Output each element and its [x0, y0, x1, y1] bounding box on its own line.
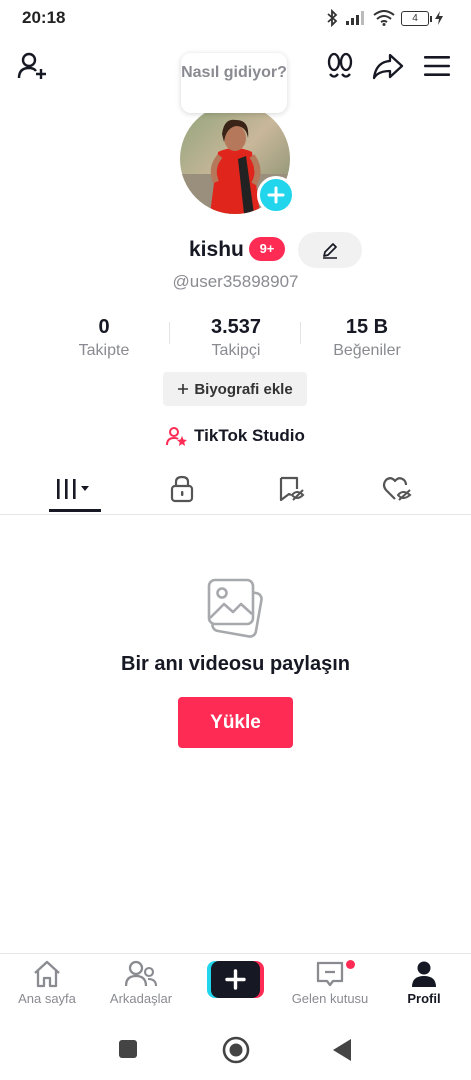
inbox-icon	[316, 961, 344, 987]
bookmark-icon	[279, 476, 305, 502]
grid-icon	[57, 479, 89, 499]
share-icon[interactable]	[370, 48, 406, 84]
home-icon	[34, 960, 60, 988]
nav-label: Ana sayfa	[18, 991, 76, 1006]
studio-icon	[166, 427, 188, 446]
tab-videos[interactable]	[16, 464, 134, 514]
stat-value: 3.537	[210, 316, 262, 338]
nav-profile[interactable]: Profil	[377, 954, 471, 1021]
profile-handle: @user35898907	[172, 272, 299, 291]
stat-divider	[300, 322, 301, 344]
nav-inbox[interactable]: Gelen kutusu	[283, 954, 377, 1021]
profile-tabs	[0, 464, 471, 515]
footprint-icon[interactable]	[322, 48, 358, 84]
plus-icon	[178, 384, 189, 394]
stat-label: Takipçi	[211, 342, 261, 359]
stat-following[interactable]: 0 Takipte	[44, 316, 164, 360]
profile-icon	[412, 961, 436, 987]
stat-followers[interactable]: 3.537 Takipçi	[176, 316, 296, 360]
friends-icon	[125, 960, 157, 987]
upload-button[interactable]: Yükle	[178, 697, 293, 748]
nav-label: Gelen kutusu	[291, 991, 369, 1006]
stat-label: Takipte	[78, 342, 130, 359]
tab-favorites[interactable]	[232, 464, 350, 514]
create-button[interactable]	[207, 961, 264, 998]
recent-apps-icon[interactable]	[118, 1039, 138, 1059]
stat-value: 15 B	[345, 316, 389, 338]
stat-divider	[169, 322, 170, 344]
add-bio-button[interactable]: Biyografi ekle	[163, 372, 307, 406]
plus-icon	[267, 186, 285, 204]
stat-likes[interactable]: 15 B Beğeniler	[307, 316, 427, 360]
bluetooth-icon	[327, 9, 338, 27]
tiktok-studio-link[interactable]: TikTok Studio	[0, 424, 471, 448]
nav-label: Arkadaşlar	[109, 991, 173, 1006]
photo-icon	[205, 576, 265, 638]
pencil-icon	[323, 243, 337, 259]
back-icon[interactable]	[331, 1038, 353, 1062]
status-icons: 4	[325, 8, 443, 28]
add-user-icon[interactable]	[15, 48, 51, 84]
notification-badge[interactable]: 9+	[249, 237, 285, 261]
studio-label: TikTok Studio	[194, 426, 305, 445]
nav-friends[interactable]: Arkadaşlar	[94, 954, 188, 1021]
menu-icon[interactable]	[419, 48, 455, 84]
battery-icon: 4	[401, 10, 432, 26]
signal-icon	[346, 11, 364, 25]
tab-private[interactable]	[123, 464, 241, 514]
status-bubble[interactable]: Nasıl gidiyor?	[181, 53, 287, 113]
charging-icon	[435, 11, 443, 25]
stat-label: Beğeniler	[333, 342, 401, 359]
stat-value: 0	[98, 316, 110, 338]
tab-liked[interactable]	[338, 464, 456, 514]
add-bio-label: Biyografi ekle	[194, 380, 293, 398]
active-tab-indicator	[49, 509, 101, 512]
heart-icon	[382, 477, 412, 501]
empty-state-title: Bir anı videosu paylaşın	[121, 653, 350, 675]
lock-icon	[170, 475, 194, 503]
edit-profile-button[interactable]	[298, 232, 362, 268]
nav-label: Profil	[407, 991, 441, 1006]
system-nav-bar	[0, 1020, 471, 1080]
home-button-icon[interactable]	[222, 1036, 250, 1064]
status-time: 20:18	[22, 8, 66, 27]
nav-home[interactable]: Ana sayfa	[0, 954, 94, 1021]
add-photo-button[interactable]	[257, 176, 295, 214]
status-bar: 20:18 4	[0, 0, 471, 36]
profile-username: kishu	[189, 238, 244, 261]
wifi-icon	[373, 10, 395, 26]
notification-dot	[346, 960, 355, 969]
